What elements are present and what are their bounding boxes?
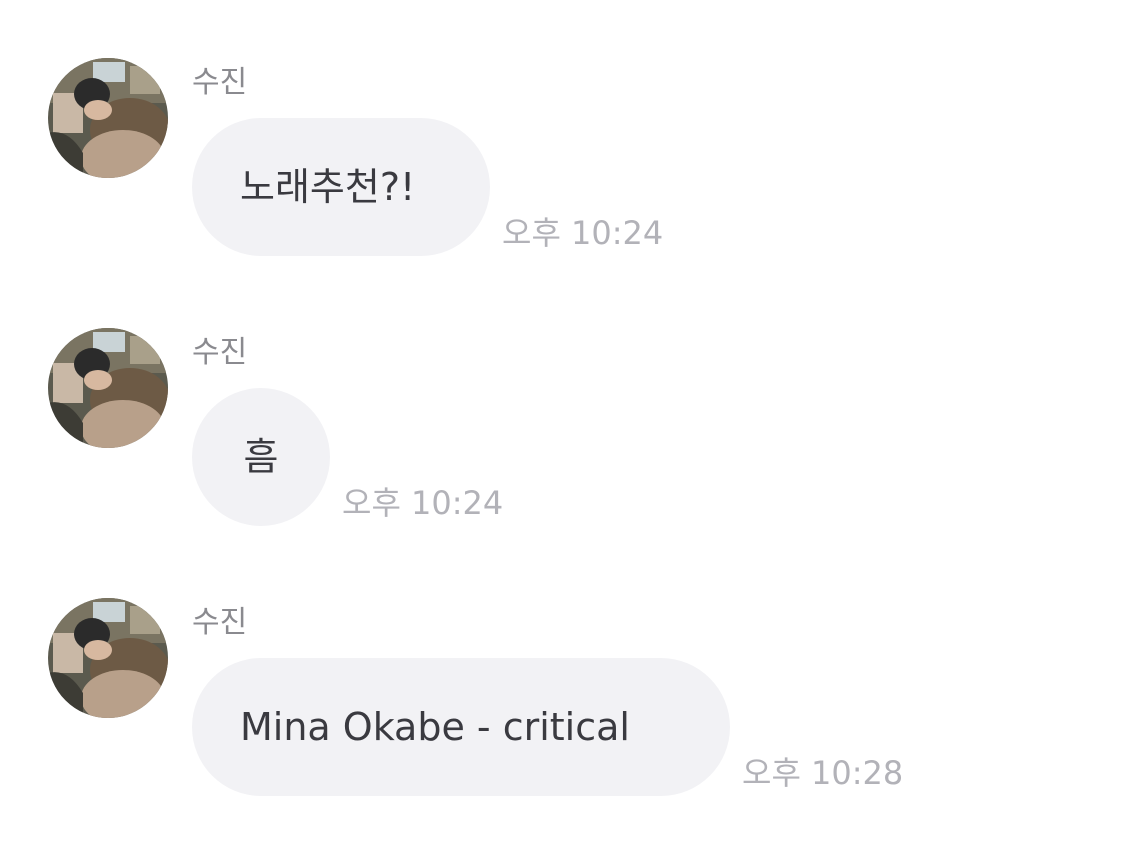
sender-name: 수진 — [192, 335, 248, 370]
sender-name: 수진 — [192, 65, 248, 100]
sender-avatar[interactable] — [48, 328, 168, 448]
message-text: 흠 — [243, 435, 279, 479]
sender-avatar[interactable] — [48, 58, 168, 178]
message-bubble[interactable]: 노래추천?! — [192, 118, 490, 256]
message-bubble[interactable]: 흠 — [192, 388, 330, 526]
sender-avatar[interactable] — [48, 598, 168, 718]
sender-name: 수진 — [192, 605, 248, 640]
message-timestamp: 오후 10:24 — [502, 214, 664, 252]
avatar-photo — [48, 58, 168, 178]
message-text: 노래추천?! — [240, 165, 416, 209]
message-timestamp: 오후 10:24 — [342, 484, 504, 522]
chat-message: 수진 흠 오후 10:24 — [0, 328, 1125, 528]
message-text: Mina Okabe - critical — [240, 705, 630, 749]
avatar-photo — [48, 328, 168, 448]
avatar-photo — [48, 598, 168, 718]
message-bubble[interactable]: Mina Okabe - critical — [192, 658, 730, 796]
chat-message: 수진 노래추천?! 오후 10:24 — [0, 58, 1125, 258]
message-timestamp: 오후 10:28 — [742, 754, 904, 792]
chat-message: 수진 Mina Okabe - critical 오후 10:28 — [0, 598, 1125, 798]
